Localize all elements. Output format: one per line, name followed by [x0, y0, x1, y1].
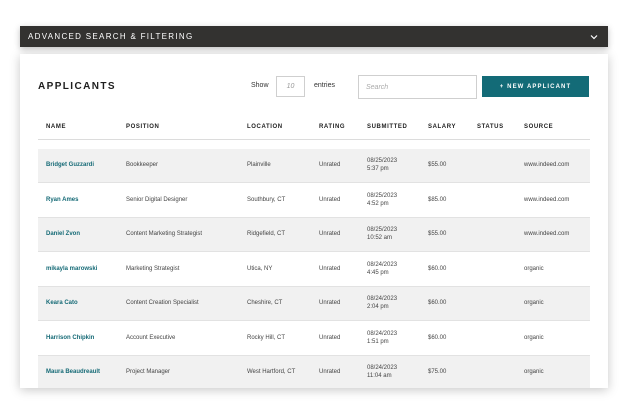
table-row[interactable]: mikayla marowski Marketing Strategist Utic… [38, 253, 590, 287]
column-header-name[interactable]: NAME [46, 124, 66, 130]
salary-cell: $55.00 [428, 231, 447, 237]
submitted-time-cell: 10:52 am [367, 235, 393, 241]
position-cell: Bookkeeper [126, 162, 159, 168]
rating-cell: Unrated [319, 196, 341, 203]
location-cell: Rocky Hill, CT [247, 334, 286, 341]
location-cell: West Hartford, CT [247, 369, 296, 375]
new-applicant-button[interactable]: + NEW APPLICANT [482, 76, 589, 97]
rating-cell: Unrated [319, 369, 341, 375]
salary-cell: $75.00 [428, 369, 447, 375]
rating-cell: Unrated [319, 334, 341, 341]
position-cell: Project Manager [126, 369, 171, 375]
table-row[interactable]: Maura Beaudreault Project Manager West Har… [38, 356, 590, 388]
rating-cell: Unrated [319, 300, 341, 306]
position-cell: Marketing Strategist [126, 265, 180, 272]
table-header: NAME POSITION LOCATION RATING SUBMITTED … [38, 118, 590, 140]
applicant-name-link[interactable]: Bridget Guzzardi [46, 161, 94, 170]
applicant-name-link[interactable]: Harrison Chipkin [46, 334, 94, 343]
column-header-salary[interactable]: SALARY [428, 124, 456, 130]
search-input[interactable]: Search [358, 75, 477, 99]
source-cell: organic [524, 369, 544, 375]
column-header-rating[interactable]: RATING [319, 124, 345, 130]
chevron-down-icon[interactable] [589, 32, 599, 42]
page: ADVANCED SEARCH & FILTERING APPLICANTS S… [0, 0, 628, 415]
position-cell: Content Creation Specialist [126, 300, 199, 306]
table-row[interactable]: Daniel Zvon Content Marketing Strategist R… [38, 218, 590, 252]
position-cell: Content Marketing Strategist [126, 231, 203, 237]
location-cell: Southbury, CT [247, 196, 286, 203]
entries-count-input[interactable]: 10 [276, 76, 305, 97]
column-header-location[interactable]: LOCATION [247, 124, 283, 130]
applicant-name-link[interactable]: Ryan Ames [46, 196, 78, 205]
salary-cell: $85.00 [428, 196, 447, 203]
table-row[interactable]: Bridget Guzzardi Bookkeeper Plainville Unra… [38, 149, 590, 183]
submitted-time-cell: 1:51 pm [367, 338, 389, 345]
filter-bar-title: ADVANCED SEARCH & FILTERING [28, 32, 194, 41]
table-row[interactable]: Ryan Ames Senior Digital Designer Southbur… [38, 184, 590, 218]
applicant-name-link[interactable]: Maura Beaudreault [46, 368, 100, 377]
applicant-name-link[interactable]: mikayla marowski [46, 265, 97, 274]
applicant-name-link[interactable]: Keara Cato [46, 299, 78, 308]
applicant-name-link[interactable]: Daniel Zvon [46, 230, 80, 239]
source-cell: organic [524, 334, 544, 341]
applicants-card: APPLICANTS Show 10 entries Search + NEW … [20, 54, 608, 388]
submitted-time-cell: 4:52 pm [367, 200, 389, 207]
table-row[interactable]: Keara Cato Content Creation Specialist Che… [38, 287, 590, 321]
salary-cell: $55.00 [428, 162, 447, 168]
column-header-submitted[interactable]: SUBMITTED [367, 124, 407, 130]
position-cell: Account Executive [126, 334, 176, 341]
show-label: Show [251, 82, 269, 89]
location-cell: Ridgefield, CT [247, 231, 286, 237]
salary-cell: $60.00 [428, 265, 447, 272]
submitted-time-cell: 5:37 pm [367, 166, 389, 172]
position-cell: Senior Digital Designer [126, 196, 188, 203]
page-title: APPLICANTS [38, 81, 116, 92]
source-cell: organic [524, 265, 544, 272]
column-header-status[interactable]: STATUS [477, 124, 504, 130]
source-cell: organic [524, 300, 544, 306]
salary-cell: $60.00 [428, 300, 447, 306]
column-header-source[interactable]: SOURCE [524, 124, 553, 130]
source-cell: www.indeed.com [524, 196, 570, 203]
location-cell: Cheshire, CT [247, 300, 283, 306]
column-header-position[interactable]: POSITION [126, 124, 159, 130]
rating-cell: Unrated [319, 162, 341, 168]
source-cell: www.indeed.com [524, 162, 570, 168]
submitted-time-cell: 11:04 am [367, 373, 392, 379]
table-row[interactable]: Harrison Chipkin Account Executive Rocky H… [38, 322, 590, 356]
submitted-time-cell: 4:45 pm [367, 269, 389, 276]
rating-cell: Unrated [319, 231, 341, 237]
salary-cell: $60.00 [428, 334, 447, 341]
source-cell: www.indeed.com [524, 231, 570, 237]
advanced-search-toggle[interactable]: ADVANCED SEARCH & FILTERING [20, 26, 608, 47]
entries-label: entries [314, 82, 336, 89]
rating-cell: Unrated [319, 265, 341, 272]
submitted-time-cell: 2:04 pm [367, 304, 389, 310]
location-cell: Utica, NY [247, 265, 273, 272]
location-cell: Plainville [247, 162, 271, 168]
